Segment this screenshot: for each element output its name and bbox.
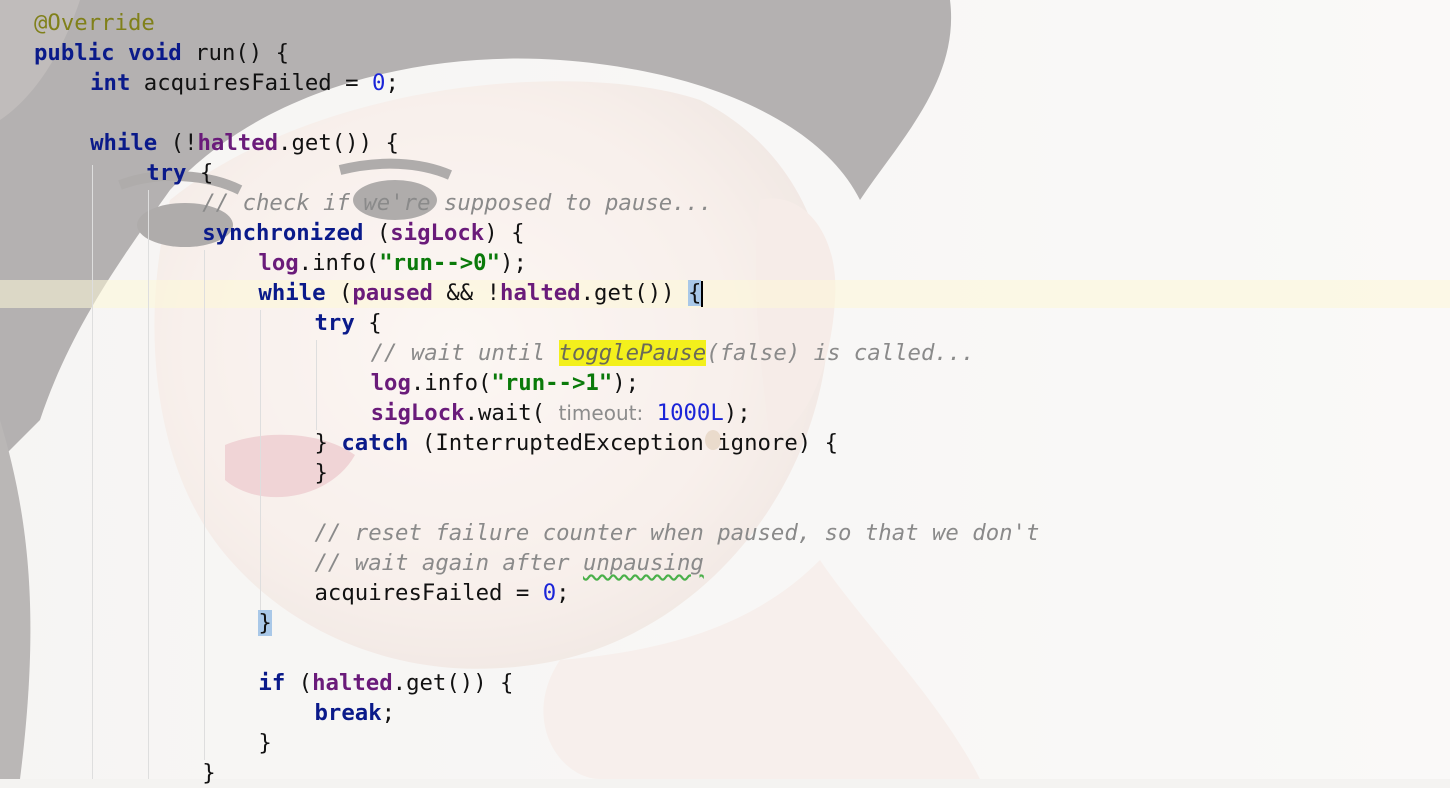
- code-token: ) {: [484, 220, 525, 246]
- current-line-highlight: [0, 280, 1450, 308]
- text-caret: [701, 280, 704, 307]
- code-line[interactable]: break;: [315, 698, 396, 728]
- code-token: sigLock: [390, 220, 485, 246]
- code-line[interactable]: acquiresFailed = 0;: [315, 578, 570, 608]
- code-token: run() {: [181, 40, 290, 66]
- code-token: .get()) {: [278, 130, 399, 156]
- code-token: halted: [500, 280, 581, 306]
- parameter-hint: timeout:: [558, 401, 644, 425]
- code-token: try: [146, 160, 187, 186]
- code-token: while: [90, 130, 158, 156]
- code-token: @Override: [34, 10, 155, 36]
- code-token: // reset failure counter when paused, so…: [314, 520, 1040, 546]
- code-token: togglePause: [558, 340, 707, 366]
- code-line[interactable]: }: [258, 728, 271, 758]
- code-line[interactable]: }: [258, 608, 272, 638]
- code-token: 1000L: [656, 400, 724, 426]
- code-token: try: [314, 310, 355, 336]
- code-line[interactable]: // wait until togglePause(false) is call…: [371, 338, 975, 368]
- code-token: (: [325, 280, 353, 306]
- code-line[interactable]: sigLock.wait( timeout: 1000L);: [371, 398, 751, 428]
- code-line[interactable]: try {: [146, 158, 213, 188]
- code-token: while: [258, 280, 326, 306]
- code-token: // check if we're supposed to pause...: [202, 190, 713, 216]
- code-line[interactable]: // check if we're supposed to pause...: [202, 188, 712, 218]
- code-line[interactable]: @Override: [34, 8, 155, 38]
- code-token: );: [723, 400, 751, 426]
- code-line[interactable]: int acquiresFailed = 0;: [90, 68, 399, 98]
- indent-guide: [92, 165, 93, 779]
- code-line[interactable]: try {: [315, 308, 382, 338]
- code-token: // wait again after: [314, 550, 583, 576]
- code-token: ;: [381, 700, 396, 726]
- code-token: "run-->1": [491, 370, 613, 396]
- code-token: catch: [341, 430, 409, 456]
- code-token: paused: [352, 280, 433, 306]
- code-token: halted: [312, 670, 393, 696]
- code-token: log: [258, 250, 299, 276]
- code-line[interactable]: if (halted.get()) {: [258, 668, 513, 698]
- code-line[interactable]: // reset failure counter when paused, so…: [315, 518, 1040, 548]
- code-editor[interactable]: @Override public void run() {int acquires…: [0, 0, 1450, 786]
- code-token: {: [354, 310, 382, 336]
- code-token: "run-->0": [379, 250, 501, 276]
- code-token: );: [612, 370, 640, 396]
- code-token: (: [285, 670, 313, 696]
- code-line[interactable]: }: [315, 458, 328, 488]
- code-line[interactable]: } catch (InterruptedException ignore) {: [315, 428, 839, 458]
- code-token: }: [314, 460, 328, 486]
- code-token: && !: [432, 280, 501, 306]
- code-token: .get()) {: [392, 670, 514, 696]
- code-line[interactable]: public void run() {: [34, 38, 289, 68]
- code-token: .wait(: [464, 400, 559, 426]
- code-line[interactable]: while (paused && !halted.get()) {: [258, 278, 704, 308]
- code-token: (InterruptedException ignore) {: [408, 430, 839, 456]
- indent-guide: [260, 310, 261, 610]
- code-line[interactable]: synchronized (sigLock) {: [202, 218, 524, 248]
- code-token: ;: [556, 580, 570, 606]
- code-token: halted: [197, 130, 279, 156]
- code-token: (!: [157, 130, 198, 156]
- code-token: 0: [372, 70, 386, 96]
- code-token: // wait until: [370, 340, 559, 366]
- indent-guide: [148, 190, 149, 779]
- code-token: );: [500, 250, 527, 276]
- code-token: {: [688, 280, 702, 306]
- code-line[interactable]: log.info("run-->0");: [258, 248, 527, 278]
- code-token: unpausing: [582, 550, 704, 576]
- code-token: sigLock: [370, 400, 465, 426]
- code-token: acquiresFailed =: [314, 580, 543, 606]
- code-token: void: [127, 40, 182, 66]
- code-token: ;: [385, 70, 399, 96]
- code-token: }: [258, 730, 272, 756]
- code-token: }: [258, 610, 272, 636]
- code-token: int: [90, 70, 131, 96]
- indent-guide: [316, 340, 317, 430]
- code-token: {: [186, 160, 214, 186]
- code-line[interactable]: }: [202, 758, 215, 788]
- code-token: .info(: [410, 370, 492, 396]
- code-token: if: [258, 670, 286, 696]
- code-token: (: [363, 220, 391, 246]
- code-token: public: [34, 40, 115, 66]
- code-line[interactable]: while (!halted.get()) {: [90, 128, 399, 158]
- code-token: synchronized: [202, 220, 364, 246]
- code-token: 0: [542, 580, 557, 606]
- code-line[interactable]: log.info("run-->1");: [371, 368, 640, 398]
- code-token: }: [202, 760, 216, 786]
- code-token: (false) is called...: [706, 340, 975, 366]
- code-token: }: [314, 430, 342, 456]
- code-token: break: [314, 700, 382, 726]
- code-token: .info(: [298, 250, 380, 276]
- code-token: log: [370, 370, 411, 396]
- code-token: acquiresFailed =: [130, 70, 373, 96]
- code-line[interactable]: // wait again after unpausing: [315, 548, 704, 578]
- indent-guide: [204, 250, 205, 760]
- code-token: .get()): [580, 280, 688, 306]
